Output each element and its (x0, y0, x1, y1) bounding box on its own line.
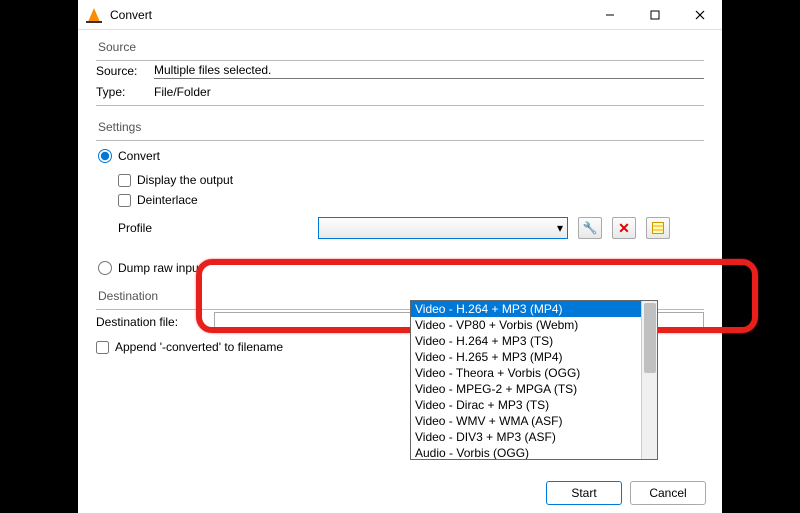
profile-option[interactable]: Video - H.264 + MP3 (MP4) (411, 301, 641, 317)
dialog-buttons: Start Cancel (78, 473, 722, 513)
profile-dropdown-list: Video - H.264 + MP3 (MP4) Video - VP80 +… (410, 300, 658, 460)
titlebar: Convert (78, 0, 722, 30)
profile-option[interactable]: Video - VP80 + Vorbis (Webm) (411, 317, 641, 333)
source-group-label: Source (96, 40, 704, 54)
window-title: Convert (110, 8, 587, 22)
display-output-label: Display the output (137, 173, 233, 187)
new-profile-icon (652, 222, 664, 234)
source-label: Source: (96, 64, 146, 78)
profile-option[interactable]: Audio - Vorbis (OGG) (411, 445, 641, 460)
profile-option[interactable]: Video - MPEG-2 + MPGA (TS) (411, 381, 641, 397)
deinterlace-checkbox[interactable]: Deinterlace (118, 193, 702, 207)
convert-radio[interactable]: Convert (98, 149, 702, 163)
new-profile-button[interactable] (646, 217, 670, 239)
profile-option[interactable]: Video - Theora + Vorbis (OGG) (411, 365, 641, 381)
maximize-button[interactable] (632, 0, 677, 30)
cancel-button[interactable]: Cancel (630, 481, 706, 505)
scrollbar-thumb[interactable] (644, 303, 656, 373)
delete-icon: ✕ (618, 220, 630, 237)
minimize-icon (605, 10, 615, 20)
profile-combobox[interactable]: ▾ (318, 217, 568, 239)
display-output-input[interactable] (118, 174, 131, 187)
type-label: Type: (96, 85, 146, 99)
settings-group: Settings Convert Display the output Dein… (96, 120, 704, 275)
source-group: Source Source: Multiple files selected. … (96, 40, 704, 106)
convert-radio-input[interactable] (98, 149, 112, 163)
profile-option[interactable]: Video - H.264 + MP3 (TS) (411, 333, 641, 349)
minimize-button[interactable] (587, 0, 632, 30)
divider (96, 140, 704, 141)
wrench-icon: 🔧 (583, 221, 598, 235)
dump-raw-label: Dump raw input (118, 261, 202, 275)
profile-option[interactable]: Video - Dirac + MP3 (TS) (411, 397, 641, 413)
close-icon (695, 10, 705, 20)
profile-option[interactable]: Video - WMV + WMA (ASF) (411, 413, 641, 429)
destination-file-label: Destination file: (96, 315, 206, 329)
start-button[interactable]: Start (546, 481, 622, 505)
deinterlace-label: Deinterlace (137, 193, 198, 207)
settings-group-label: Settings (96, 120, 704, 134)
chevron-down-icon: ▾ (557, 221, 563, 235)
dropdown-scrollbar[interactable] (641, 301, 657, 460)
convert-dialog: Convert Source Source: Multiple files se… (78, 0, 722, 513)
deinterlace-input[interactable] (118, 194, 131, 207)
type-value: File/Folder (154, 85, 704, 99)
profile-label: Profile (118, 221, 178, 235)
profile-option[interactable]: Video - H.265 + MP3 (MP4) (411, 349, 641, 365)
convert-radio-label: Convert (118, 149, 160, 163)
append-converted-label: Append '-converted' to filename (115, 340, 283, 354)
divider (96, 60, 704, 61)
source-value: Multiple files selected. (154, 63, 704, 79)
divider (96, 105, 704, 106)
append-converted-input[interactable] (96, 341, 109, 354)
display-output-checkbox[interactable]: Display the output (118, 173, 702, 187)
vlc-cone-icon (86, 7, 102, 23)
delete-profile-button[interactable]: ✕ (612, 217, 636, 239)
maximize-icon (650, 10, 660, 20)
dump-raw-input[interactable] (98, 261, 112, 275)
dump-raw-radio[interactable]: Dump raw input (98, 261, 702, 275)
edit-profile-button[interactable]: 🔧 (578, 217, 602, 239)
profile-row: Profile ▾ 🔧 ✕ (118, 217, 702, 239)
profile-option[interactable]: Video - DIV3 + MP3 (ASF) (411, 429, 641, 445)
close-button[interactable] (677, 0, 722, 30)
